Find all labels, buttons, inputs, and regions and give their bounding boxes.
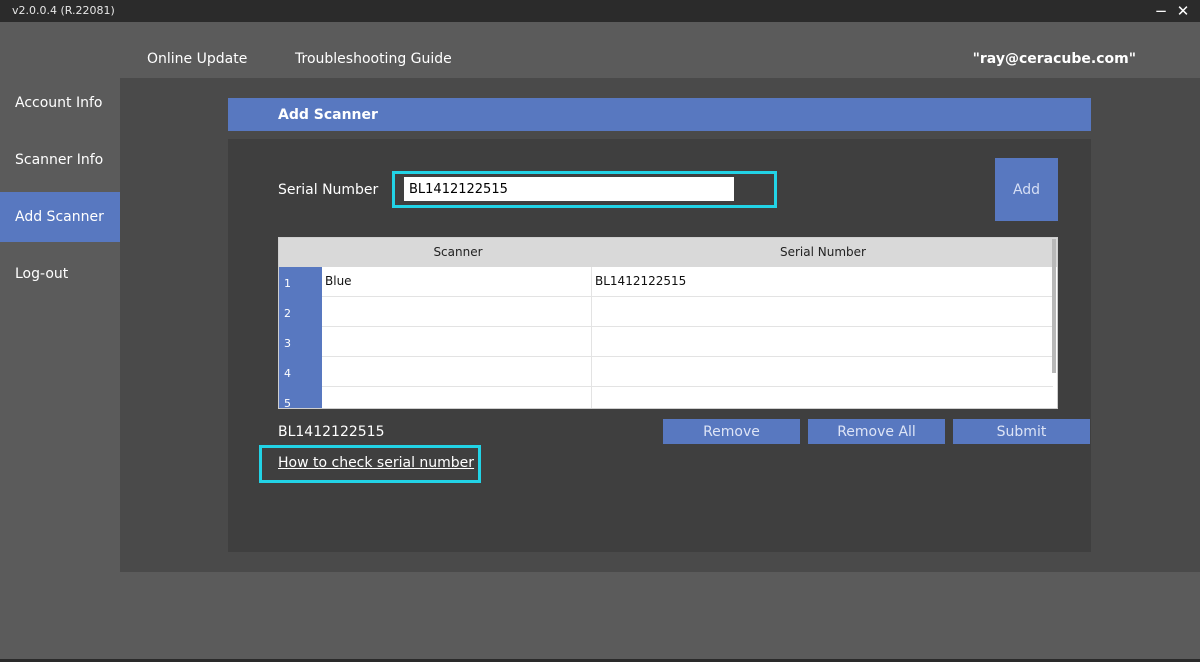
top-header: Online Update Troubleshooting Guide "ray… [0, 22, 1200, 78]
cell-serial-number[interactable]: BL1412122515 [592, 267, 1053, 297]
panel-header: Add Scanner [228, 98, 1091, 131]
table-row[interactable]: 1 Blue BL1412122515 [279, 267, 1053, 297]
sidebar: Account Info Scanner Info Add Scanner Lo… [0, 78, 120, 662]
page-title: Add Scanner [278, 107, 378, 123]
cell-scanner[interactable] [322, 327, 592, 357]
row-number: 3 [279, 327, 322, 357]
table-row[interactable]: 2 [279, 297, 1053, 327]
cell-scanner[interactable] [322, 297, 592, 327]
table-scrollbar[interactable] [1052, 239, 1056, 373]
remove-all-button[interactable]: Remove All [808, 419, 945, 444]
user-email: "ray@ceracube.com" [972, 51, 1136, 67]
app-window: v2.0.0.4 (R.22081) − ✕ Online Update Tro… [0, 0, 1200, 662]
scanner-table: Scanner Serial Number 1 Blue BL141212251… [278, 237, 1058, 409]
row-number: 5 [279, 387, 322, 408]
cell-serial-number[interactable] [592, 327, 1053, 357]
title-bar: v2.0.0.4 (R.22081) − ✕ [0, 0, 1200, 22]
table-row[interactable]: 3 [279, 327, 1053, 357]
sidebar-item-label: Log-out [15, 266, 69, 282]
sidebar-item-label: Scanner Info [15, 152, 104, 168]
table-row[interactable]: 5 [279, 387, 1053, 408]
minimize-icon[interactable]: − [1152, 1, 1170, 21]
cell-serial-number[interactable] [592, 297, 1053, 327]
current-serial-readout: BL1412122515 [278, 424, 385, 440]
cell-serial-number[interactable] [592, 357, 1053, 387]
serial-number-input[interactable] [404, 177, 734, 201]
sidebar-item-label: Add Scanner [15, 209, 104, 225]
version-label: v2.0.0.4 (R.22081) [12, 4, 115, 17]
submit-button[interactable]: Submit [953, 419, 1090, 444]
sidebar-item-log-out[interactable]: Log-out [0, 249, 120, 299]
sidebar-item-scanner-info[interactable]: Scanner Info [0, 135, 120, 185]
sidebar-item-label: Account Info [15, 95, 103, 111]
cell-serial-number[interactable] [592, 387, 1053, 408]
remove-button[interactable]: Remove [663, 419, 800, 444]
close-icon[interactable]: ✕ [1174, 1, 1192, 21]
row-number: 2 [279, 297, 322, 327]
row-number: 1 [279, 267, 322, 297]
add-button[interactable]: Add [995, 158, 1058, 221]
sidebar-item-account-info[interactable]: Account Info [0, 78, 120, 128]
cell-scanner[interactable]: Blue [322, 267, 592, 297]
bottom-strip [120, 572, 1200, 660]
table-header: Scanner Serial Number [279, 238, 1057, 267]
cell-scanner[interactable] [322, 357, 592, 387]
nav-online-update[interactable]: Online Update [147, 50, 247, 68]
column-header-serial-number: Serial Number [780, 245, 866, 259]
table-row[interactable]: 4 [279, 357, 1053, 387]
column-header-scanner: Scanner [433, 245, 483, 259]
serial-number-label: Serial Number [278, 182, 379, 198]
row-number: 4 [279, 357, 322, 387]
cell-scanner[interactable] [322, 387, 592, 408]
nav-troubleshooting-guide[interactable]: Troubleshooting Guide [295, 50, 452, 68]
sidebar-item-add-scanner[interactable]: Add Scanner [0, 192, 120, 242]
how-to-check-serial-link[interactable]: How to check serial number [278, 454, 474, 472]
